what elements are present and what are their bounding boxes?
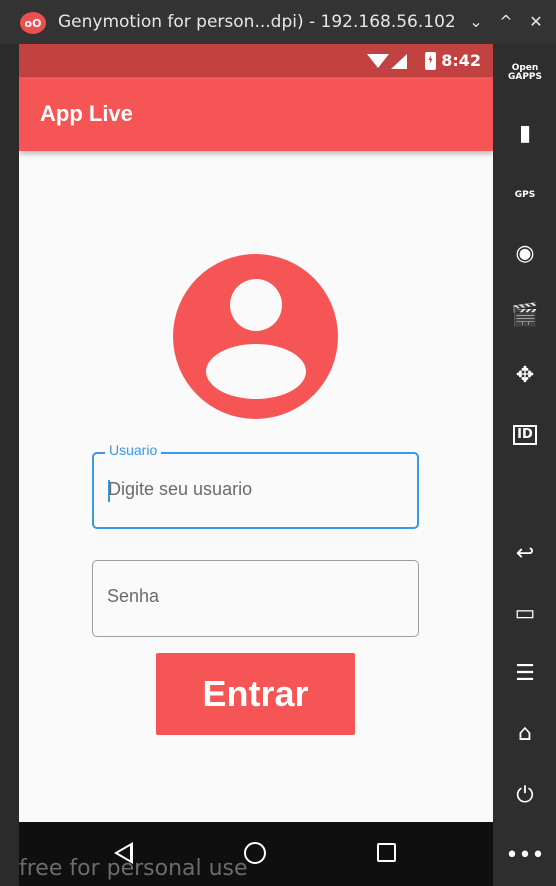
maximize-button[interactable]: ^: [496, 12, 516, 32]
watermark-text: free for personal use: [19, 856, 248, 881]
avatar-body: [206, 344, 306, 399]
gps-icon[interactable]: GPS: [501, 176, 549, 214]
home-button-icon[interactable]: ⌂: [501, 714, 549, 752]
emulator-sidebar: Open GAPPS ▮ GPS ◉ 🎬 ✥ ID ↩ ▭ ☰ ⌂ ⏻ •••: [493, 44, 556, 886]
android-nav-bar: free for personal use: [19, 822, 493, 886]
app-bar: App Live: [19, 77, 493, 151]
battery-charging-icon: [425, 52, 436, 70]
power-button-icon[interactable]: ⏻: [501, 776, 549, 814]
window-titlebar: oO Genymotion for person...dpi) - 192.16…: [0, 0, 556, 44]
signal-icon: [391, 54, 407, 69]
minimize-button[interactable]: ⌄: [466, 12, 486, 32]
username-input[interactable]: [108, 479, 403, 500]
recent-apps-icon[interactable]: [377, 843, 396, 862]
password-field[interactable]: [92, 560, 419, 637]
webcam-icon[interactable]: ◉: [501, 234, 549, 272]
menu-button-icon[interactable]: ☰: [501, 654, 549, 692]
wifi-icon: [367, 54, 389, 68]
user-avatar-icon: [173, 254, 338, 419]
screencast-icon[interactable]: 🎬: [501, 296, 549, 334]
window-title: Genymotion for person...dpi) - 192.168.5…: [58, 12, 456, 32]
login-button[interactable]: Entrar: [156, 653, 355, 735]
device-id-label: ID: [513, 425, 537, 445]
password-input[interactable]: [107, 586, 402, 607]
status-time: 8:42: [441, 51, 481, 70]
username-field[interactable]: Usuario: [92, 442, 419, 529]
more-options-icon[interactable]: •••: [501, 836, 549, 874]
username-label: Usuario: [105, 442, 162, 458]
avatar-head: [230, 279, 282, 331]
recent-apps-button-icon[interactable]: ▭: [501, 594, 549, 632]
dpad-icon[interactable]: ✥: [501, 356, 549, 394]
close-button[interactable]: ✕: [526, 12, 546, 32]
android-status-bar: 8:42: [19, 44, 493, 77]
battery-icon[interactable]: ▮: [501, 114, 549, 152]
app-title: App Live: [40, 101, 133, 126]
device-screen: 8:42 App Live Usuario Entrar: [19, 44, 493, 822]
emulator-window: oO Genymotion for person...dpi) - 192.16…: [0, 0, 556, 886]
device-id-icon[interactable]: ID: [501, 416, 549, 454]
genymotion-logo-icon: oO: [20, 12, 46, 34]
back-button-icon[interactable]: ↩: [501, 534, 549, 572]
open-gapps-icon[interactable]: Open GAPPS: [501, 54, 549, 92]
